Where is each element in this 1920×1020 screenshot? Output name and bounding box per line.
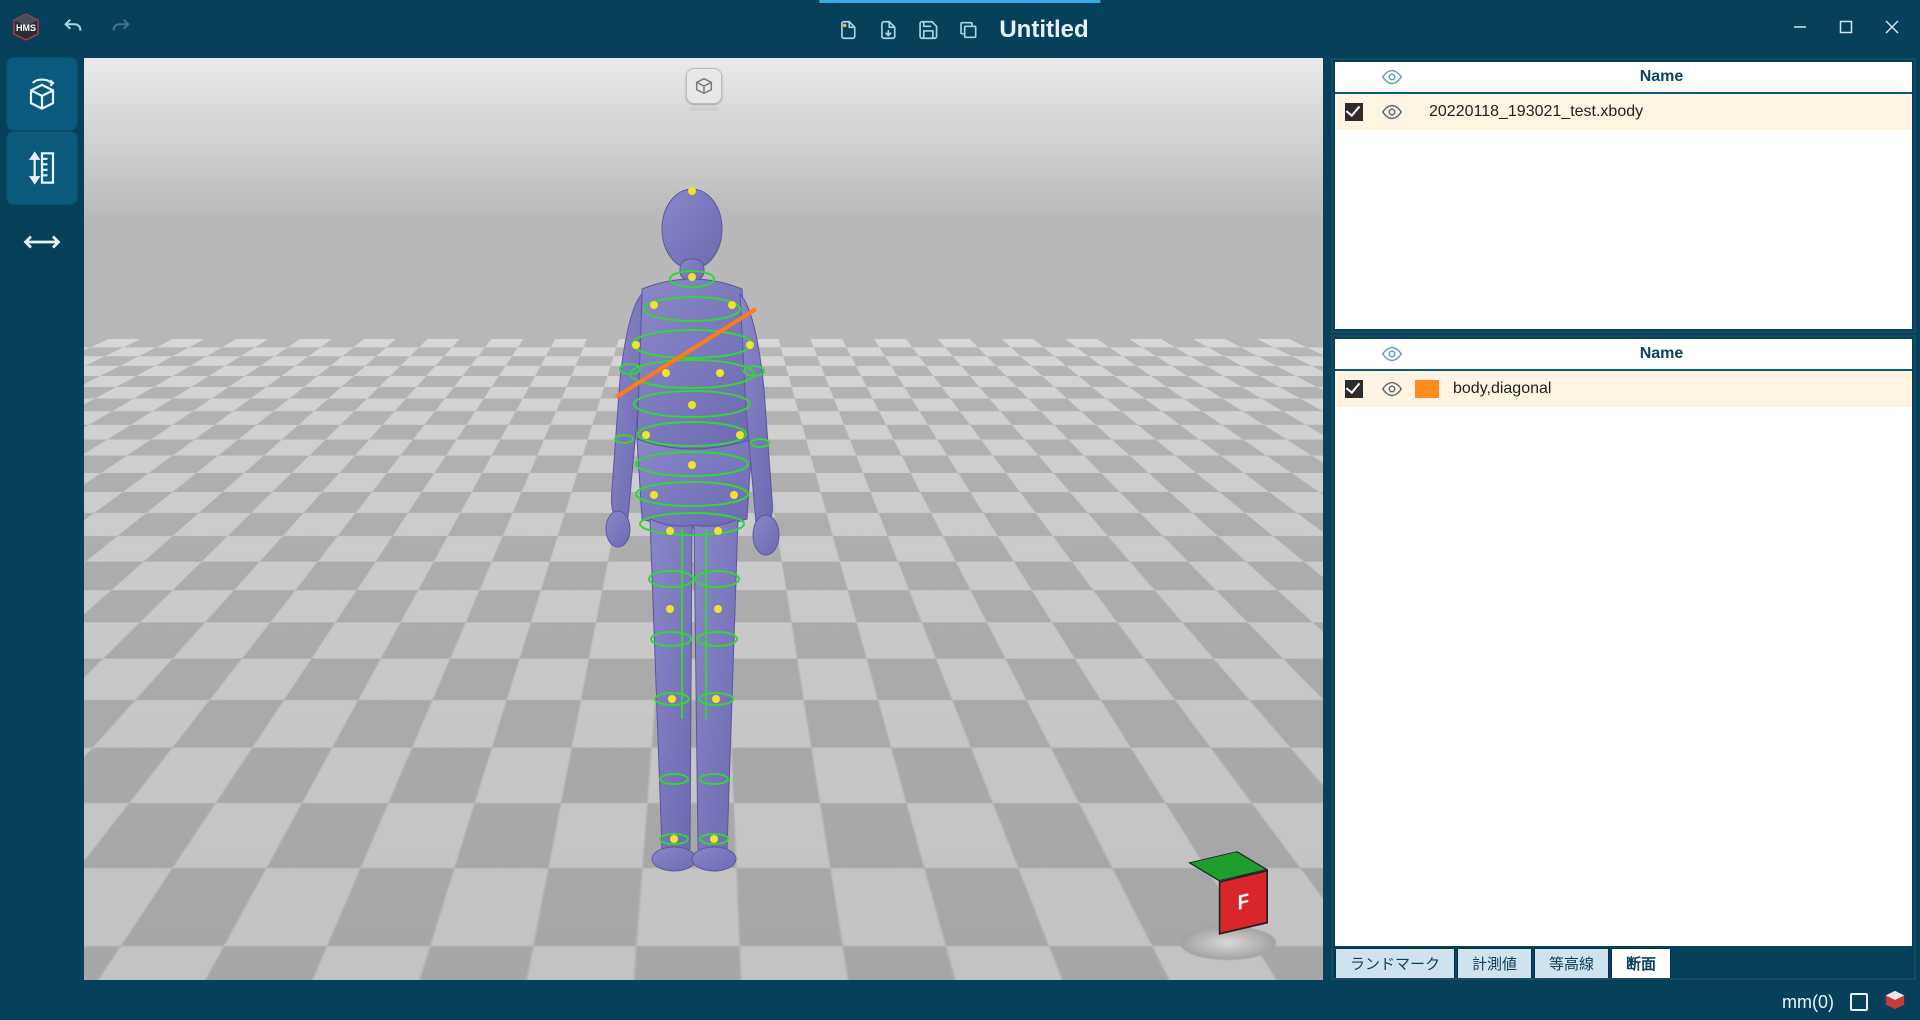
new-scene-icon[interactable]	[831, 13, 865, 47]
section-row-name: body,diagonal	[1449, 380, 1912, 398]
section-list-row[interactable]: body,diagonal	[1335, 371, 1912, 407]
app-logo[interactable]: HMS	[10, 11, 42, 43]
3d-viewport[interactable]: R F	[84, 58, 1323, 980]
title-bar: HMS Untitled	[0, 0, 1920, 54]
scan-list-panel: Name 20220118_193021_test.xbody	[1331, 58, 1916, 333]
scan-row-checkbox[interactable]	[1345, 103, 1363, 121]
titlebar-center: Untitled	[819, 0, 1100, 54]
eye-icon[interactable]	[1373, 66, 1411, 88]
tool-span-button[interactable]	[7, 206, 77, 278]
maximize-button[interactable]	[1826, 7, 1866, 47]
viewcube-front[interactable]: F	[1219, 870, 1268, 935]
eye-icon[interactable]	[1373, 101, 1411, 123]
copy-icon[interactable]	[951, 13, 985, 47]
camera-reset-button[interactable]	[686, 68, 722, 104]
minimize-button[interactable]	[1780, 7, 1820, 47]
scan-list-row[interactable]: 20220118_193021_test.xbody	[1335, 94, 1912, 130]
panel-tabs: ランドマーク 計測値 等高線 断面	[1333, 948, 1914, 978]
section-row-checkbox[interactable]	[1345, 380, 1363, 398]
tool-measure-button[interactable]	[7, 132, 77, 204]
tab-measure[interactable]: 計測値	[1457, 948, 1532, 978]
column-name-header: Name	[1411, 345, 1912, 363]
undo-button[interactable]	[56, 10, 90, 44]
tab-landmark[interactable]: ランドマーク	[1335, 948, 1455, 978]
body-model	[542, 159, 842, 879]
right-column: Name 20220118_193021_test.xbody	[1331, 58, 1916, 980]
tab-contour[interactable]: 等高線	[1534, 948, 1609, 978]
tool-rail	[0, 54, 84, 984]
document-title: Untitled	[999, 16, 1088, 44]
window-controls	[1780, 7, 1920, 47]
titlebar-left: HMS	[0, 10, 138, 44]
save-icon[interactable]	[911, 13, 945, 47]
eye-icon[interactable]	[1373, 378, 1411, 400]
svg-text:HMS: HMS	[16, 23, 36, 33]
scan-list-header: Name	[1335, 62, 1912, 94]
column-name-header: Name	[1411, 68, 1912, 86]
status-bar: mm(0)	[0, 984, 1920, 1020]
import-icon[interactable]	[871, 13, 905, 47]
tab-section[interactable]: 断面	[1611, 948, 1671, 978]
color-swatch[interactable]	[1415, 380, 1439, 398]
units-label: mm(0)	[1782, 992, 1834, 1013]
main-area: R F Name 20220118_	[0, 54, 1920, 984]
close-button[interactable]	[1872, 7, 1912, 47]
status-toggle[interactable]	[1850, 993, 1868, 1011]
status-logo-icon[interactable]	[1884, 989, 1906, 1016]
tool-view-button[interactable]	[7, 58, 77, 130]
section-list-header: Name	[1335, 339, 1912, 371]
view-cube[interactable]: R F	[1173, 850, 1283, 960]
scan-row-name: 20220118_193021_test.xbody	[1411, 103, 1912, 121]
eye-icon[interactable]	[1373, 343, 1411, 365]
redo-button[interactable]	[104, 10, 138, 44]
section-list-panel: Name body,diagonal ランドマーク 計測値 等高線 断面	[1331, 335, 1916, 980]
